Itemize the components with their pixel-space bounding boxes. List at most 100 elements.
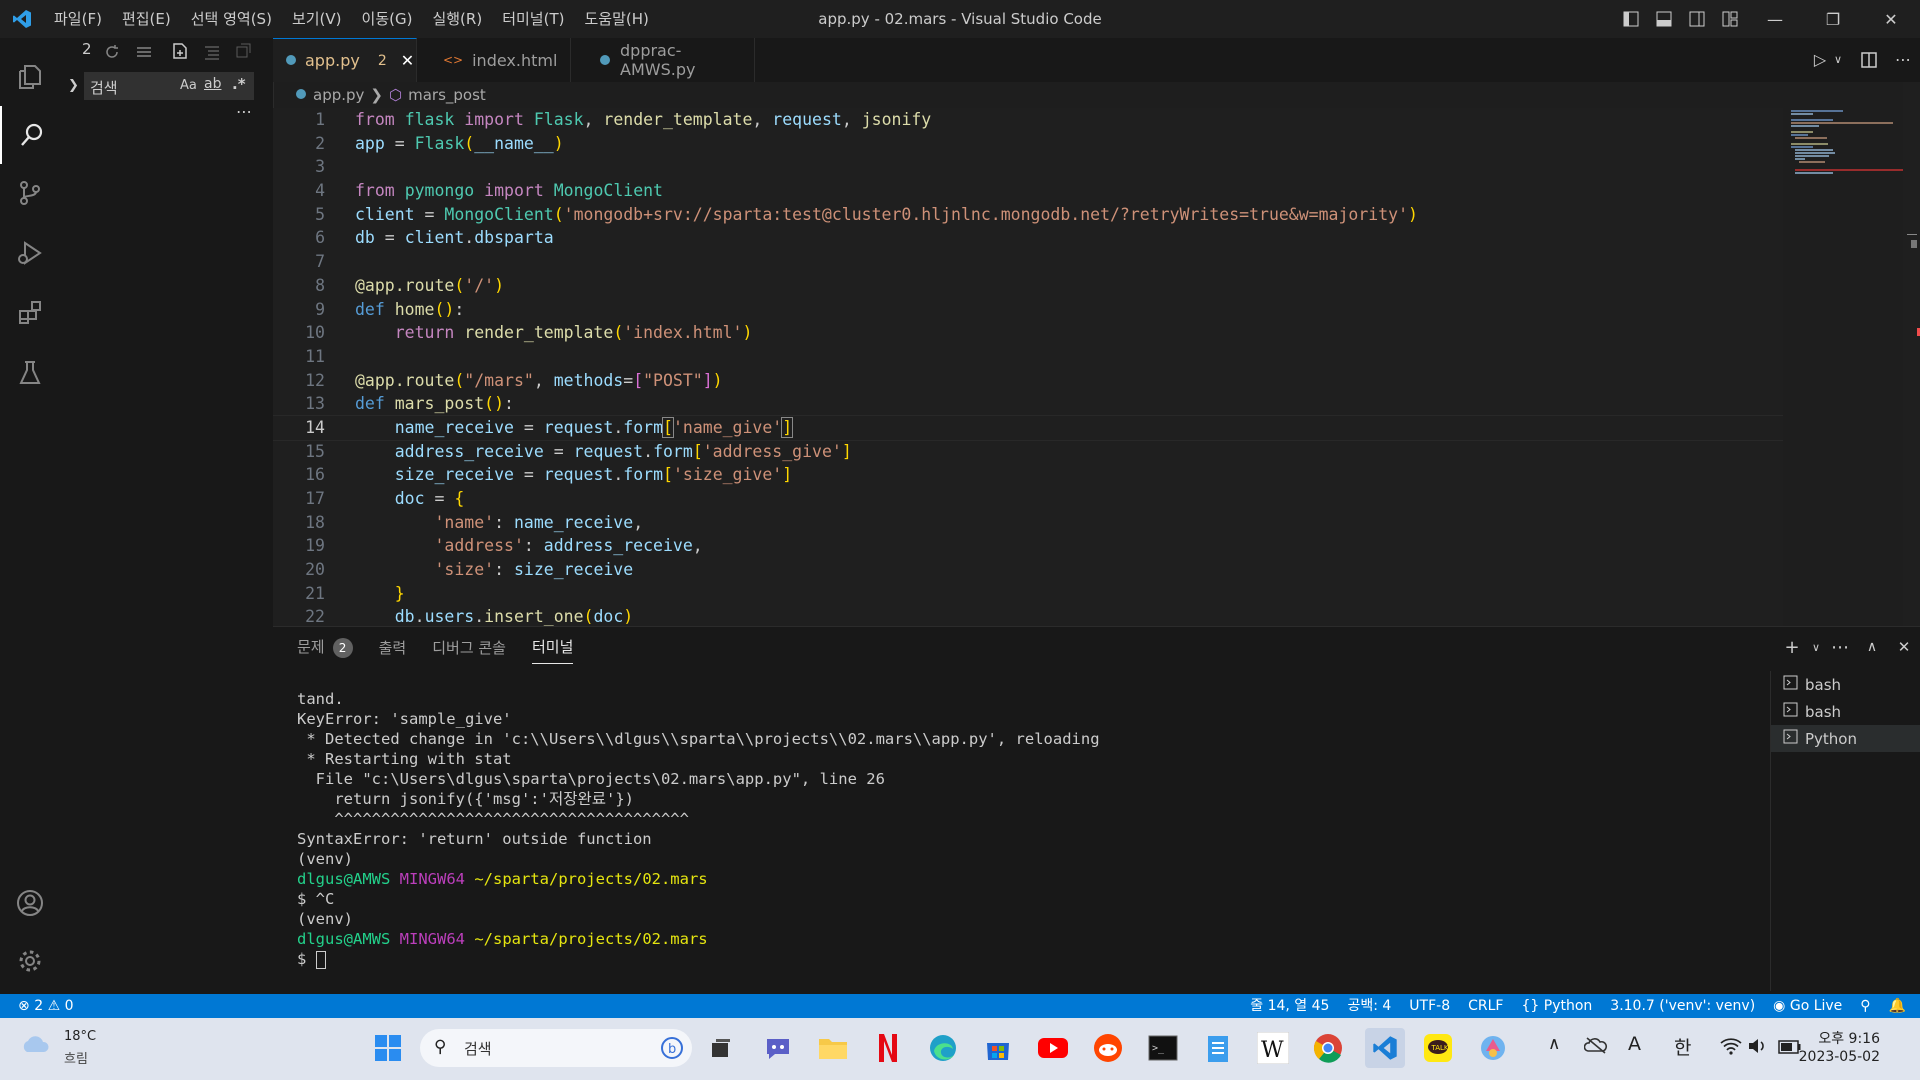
explorer-icon[interactable]	[0, 48, 60, 106]
cursor-position[interactable]: 줄 14, 열 45	[1250, 994, 1329, 1018]
menu-view[interactable]: 보기(V)	[282, 0, 352, 38]
reddit-icon[interactable]	[1090, 1030, 1126, 1066]
feedback-icon[interactable]: ⚲	[1860, 994, 1870, 1018]
python-interpreter[interactable]: 3.10.7 ('venv': venv)	[1610, 994, 1755, 1018]
windows-start-icon[interactable]	[370, 1030, 406, 1066]
microsoft-store-icon[interactable]	[980, 1030, 1016, 1066]
toggle-secondary-sidebar-icon[interactable]	[1680, 0, 1713, 38]
maximize-panel-chevron-up-icon[interactable]: ∧	[1856, 639, 1888, 655]
terminal-app-icon[interactable]: >_	[1145, 1030, 1181, 1066]
tab-app-py[interactable]: app.py 2 ✕	[273, 38, 417, 82]
end-of-line[interactable]: CRLF	[1468, 994, 1503, 1018]
close-panel-icon[interactable]: ✕	[1888, 638, 1920, 656]
clock-time[interactable]: 오후 9:16	[1780, 1028, 1880, 1048]
indentation[interactable]: 공백: 4	[1347, 994, 1391, 1018]
editor-scrollbar[interactable]	[1903, 82, 1920, 626]
clear-results-icon[interactable]	[136, 44, 152, 64]
search-sidebar: 2 ❯ 검색 Aa ab .* ⋯	[60, 38, 274, 994]
taskbar-search-box[interactable]: ⚲ 검색 b	[420, 1029, 692, 1067]
testing-icon[interactable]	[0, 344, 60, 402]
weather-condition: 흐림	[64, 1052, 88, 1067]
terminal-output[interactable]: tand. KeyError: 'sample_give' * Detected …	[297, 689, 1787, 969]
clock-date[interactable]: 2023-05-02	[1780, 1049, 1880, 1065]
tab-problems[interactable]: 문제 2	[297, 636, 353, 658]
customize-layout-icon[interactable]	[1713, 0, 1746, 38]
close-tab-icon[interactable]: ✕	[401, 51, 414, 70]
minimap[interactable]	[1783, 108, 1903, 228]
kakaotalk-icon[interactable]: TALK	[1420, 1030, 1456, 1066]
accounts-icon[interactable]	[0, 874, 60, 932]
restore-icon[interactable]: ❐	[1804, 0, 1862, 38]
close-window-icon[interactable]: ✕	[1862, 0, 1920, 38]
cloud-weather-icon[interactable]	[20, 1032, 50, 1058]
breadcrumb-file[interactable]: app.py	[313, 86, 364, 104]
scrollbar-thumb[interactable]	[1911, 240, 1917, 248]
menu-go[interactable]: 이동(G)	[352, 0, 423, 38]
tab-dpprac-amws-py[interactable]: dpprac-AMWS.py	[571, 38, 755, 82]
tab-debug-console[interactable]: 디버그 콘솔	[432, 637, 506, 658]
file-explorer-icon[interactable]	[815, 1030, 851, 1066]
search-input[interactable]: 검색 Aa ab .*	[84, 72, 254, 100]
vscode-taskbar-icon[interactable]	[1365, 1028, 1405, 1068]
toggle-primary-sidebar-icon[interactable]	[1614, 0, 1647, 38]
edge-browser-icon[interactable]	[925, 1030, 961, 1066]
mystery-app-icon[interactable]	[1475, 1030, 1511, 1066]
teams-chat-icon[interactable]	[760, 1030, 796, 1066]
task-view-icon[interactable]	[703, 1030, 739, 1066]
split-editor-icon[interactable]	[1852, 38, 1886, 82]
menu-edit[interactable]: 편집(E)	[112, 0, 181, 38]
editor-more-actions-icon[interactable]: ⋯	[1886, 38, 1920, 82]
notepad-icon[interactable]	[1200, 1030, 1236, 1066]
menu-run[interactable]: 실행(R)	[422, 0, 492, 38]
chrome-icon[interactable]	[1310, 1030, 1346, 1066]
terminal-item-bash[interactable]: bash	[1771, 698, 1920, 725]
code-editor[interactable]: 1 from flask import Flask, render_templat…	[273, 108, 1783, 626]
terminal-item-python[interactable]: Python	[1771, 725, 1920, 752]
menu-selection[interactable]: 선택 영역(S)	[181, 0, 282, 38]
view-as-tree-icon[interactable]	[204, 44, 220, 64]
wifi-icon[interactable]	[1720, 1037, 1742, 1059]
match-whole-word-icon[interactable]: ab	[204, 76, 221, 92]
refresh-icon[interactable]	[104, 44, 120, 64]
ime-language-indicator[interactable]: 한	[1674, 1033, 1691, 1060]
encoding[interactable]: UTF-8	[1409, 994, 1450, 1018]
show-desktop-edge[interactable]	[1908, 1038, 1912, 1060]
new-search-editor-icon[interactable]	[172, 42, 188, 64]
extensions-icon[interactable]	[0, 284, 60, 342]
breadcrumb-symbol[interactable]: mars_post	[408, 86, 486, 104]
menu-terminal[interactable]: 터미널(T)	[492, 0, 574, 38]
tab-index-html[interactable]: <> index.html	[417, 38, 571, 82]
ime-mode-indicator[interactable]: A	[1628, 1033, 1641, 1055]
settings-gear-icon[interactable]	[0, 932, 60, 990]
new-terminal-plus-icon[interactable]: +	[1776, 637, 1808, 658]
collapse-all-icon[interactable]	[236, 43, 252, 63]
match-case-icon[interactable]: Aa	[180, 78, 197, 93]
notifications-bell-icon[interactable]: 🔔	[1889, 994, 1906, 1018]
toggle-replace-chevron-icon[interactable]: ❯	[68, 78, 79, 93]
run-debug-icon[interactable]	[0, 224, 60, 282]
show-hidden-icons-chevron-icon[interactable]: ∧	[1548, 1034, 1560, 1054]
minimize-icon[interactable]: —	[1746, 0, 1804, 38]
onedrive-offline-icon[interactable]	[1583, 1036, 1608, 1058]
tab-terminal[interactable]: 터미널	[532, 636, 574, 664]
terminal-item-bash[interactable]: bash	[1771, 671, 1920, 698]
toggle-panel-icon[interactable]	[1647, 0, 1680, 38]
tab-output[interactable]: 출력	[379, 637, 407, 658]
terminal-dropdown-chevron-icon[interactable]: ∨	[1808, 641, 1824, 654]
menu-file[interactable]: 파일(F)	[44, 0, 112, 38]
problems-status[interactable]: ⊗ 2 ⚠ 0	[18, 994, 74, 1018]
use-regex-icon[interactable]: .*	[232, 75, 246, 93]
netflix-icon[interactable]	[870, 1030, 906, 1066]
go-live[interactable]: ◉ Go Live	[1773, 994, 1842, 1018]
source-control-icon[interactable]	[0, 164, 60, 222]
panel-more-actions-icon[interactable]: ⋯	[1824, 637, 1856, 658]
toggle-search-details-icon[interactable]: ⋯	[236, 102, 252, 121]
volume-icon[interactable]	[1748, 1037, 1768, 1059]
wikipedia-icon[interactable]: W	[1255, 1030, 1291, 1066]
language-mode[interactable]: {} Python	[1521, 994, 1592, 1018]
menu-help[interactable]: 도움말(H)	[574, 0, 658, 38]
run-python-file-icon[interactable]: ▷	[1806, 38, 1834, 82]
search-icon[interactable]	[0, 106, 62, 164]
youtube-icon[interactable]	[1035, 1030, 1071, 1066]
run-dropdown-chevron-icon[interactable]: ∨	[1834, 38, 1852, 82]
